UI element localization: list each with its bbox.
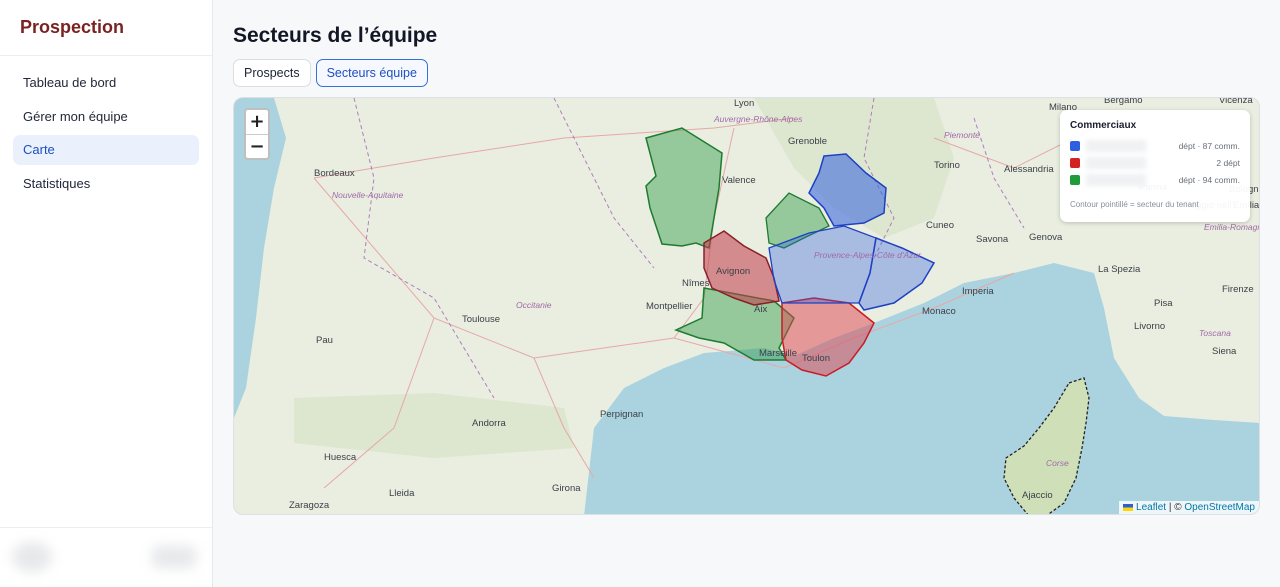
sidebar-item-dashboard[interactable]: Tableau de bord <box>13 68 199 98</box>
map-label: Cuneo <box>926 220 954 231</box>
map-label: Andorra <box>472 418 507 429</box>
map-label: Bergamo <box>1104 98 1143 106</box>
map-label: Corse <box>1046 458 1069 468</box>
legend-name-redacted <box>1086 140 1146 152</box>
map-label: Toscana <box>1199 328 1231 338</box>
map-label: La Spezia <box>1098 264 1141 275</box>
map-label: Perpignan <box>600 409 643 420</box>
map-label: Nouvelle-Aquitaine <box>332 190 404 200</box>
legend-name-redacted <box>1086 157 1146 169</box>
avatar[interactable] <box>12 542 52 572</box>
sidebar-item-map[interactable]: Carte <box>13 135 199 165</box>
sales-legend: Commerciaux dépt · 87 comm. 2 dépt dépt … <box>1060 110 1250 222</box>
map-label: Piemonte <box>944 130 980 140</box>
legend-swatch-green <box>1070 175 1080 185</box>
map-label: Bordeaux <box>314 168 355 179</box>
map-label: Zaragoza <box>289 500 330 511</box>
map-label: Lyon <box>734 98 754 109</box>
osm-link[interactable]: OpenStreetMap <box>1184 502 1255 513</box>
map-label: Savona <box>976 234 1009 245</box>
map-attribution: Leaflet | © OpenStreetMap <box>1119 501 1259 514</box>
map-label: Girona <box>552 483 581 494</box>
attribution-separator: | © <box>1166 502 1185 513</box>
ukraine-flag-icon <box>1123 503 1134 511</box>
legend-row[interactable]: 2 dépt <box>1070 156 1240 173</box>
brand-title: Prospection <box>0 0 212 56</box>
sidebar-footer <box>0 527 212 587</box>
page-title: Secteurs de l’équipe <box>233 24 438 47</box>
legend-meta: dépt · 94 comm. <box>1178 175 1240 185</box>
leaflet-link[interactable]: Leaflet <box>1136 502 1166 513</box>
legend-row[interactable]: dépt · 87 comm. <box>1070 139 1240 156</box>
map-label: Occitanie <box>516 300 552 310</box>
map-label: Montpellier <box>646 301 692 312</box>
tab-prospects[interactable]: Prospects <box>233 59 311 87</box>
legend-meta: dépt · 87 comm. <box>1178 141 1240 151</box>
sidebar-item-statistics[interactable]: Statistiques <box>13 169 199 199</box>
map-view[interactable]: Bordeaux Toulouse Andorra Zaragoza Huesca Lle… <box>233 97 1260 515</box>
map-label: Alessandria <box>1004 164 1054 175</box>
map-label: Provence-Alpes-Côte d'Azur <box>814 250 922 260</box>
map-label: Imperia <box>962 286 994 297</box>
map-label: Genova <box>1029 232 1063 243</box>
map-label: Toulon <box>802 353 830 364</box>
map-label: Monaco <box>922 306 956 317</box>
map-label: Huesca <box>324 452 357 463</box>
sidebar-nav: Tableau de bord Gérer mon équipe Carte S… <box>0 56 212 214</box>
legend-row[interactable]: dépt · 94 comm. <box>1070 173 1240 190</box>
zoom-out-button[interactable]: − <box>246 134 268 158</box>
legend-swatch-red <box>1070 158 1080 168</box>
legend-meta: 2 dépt <box>1216 158 1240 168</box>
sidebar-item-manage-team[interactable]: Gérer mon équipe <box>13 102 199 132</box>
map-label: Marseille <box>759 348 797 359</box>
map-label: Pisa <box>1154 298 1173 309</box>
map-label: Siena <box>1212 346 1237 357</box>
map-label: Vicenza <box>1219 98 1253 106</box>
tab-bar: Prospects Secteurs équipe <box>233 59 428 87</box>
map-label: Aix <box>754 304 767 315</box>
legend-title: Commerciaux <box>1070 120 1137 131</box>
map-label: Lleida <box>389 488 415 499</box>
map-label: Toulouse <box>462 314 500 325</box>
map-label: Emilia-Romagna <box>1204 222 1260 232</box>
map-label: Grenoble <box>788 136 827 147</box>
map-label: Torino <box>934 160 960 171</box>
zoom-in-button[interactable]: + <box>246 110 268 134</box>
logout-button[interactable] <box>152 546 196 568</box>
map-label: Avignon <box>716 266 750 277</box>
map-label: Nîmes <box>682 278 710 289</box>
map-label: Pau <box>316 335 333 346</box>
map-label: Firenze <box>1222 284 1254 295</box>
sidebar: Prospection Tableau de bord Gérer mon éq… <box>0 0 213 587</box>
tab-team-sectors[interactable]: Secteurs équipe <box>315 59 428 87</box>
map-label: Valence <box>722 175 756 186</box>
map-label: Auvergne-Rhône-Alpes <box>713 114 803 124</box>
map-label: Ajaccio <box>1022 490 1053 501</box>
sector-green-north[interactable] <box>645 127 723 250</box>
map-label: Livorno <box>1134 321 1165 332</box>
zoom-control: + − <box>244 108 270 160</box>
legend-swatch-blue <box>1070 141 1080 151</box>
legend-note: Contour pointillé = secteur du tenant <box>1070 200 1199 209</box>
legend-name-redacted <box>1086 174 1146 186</box>
